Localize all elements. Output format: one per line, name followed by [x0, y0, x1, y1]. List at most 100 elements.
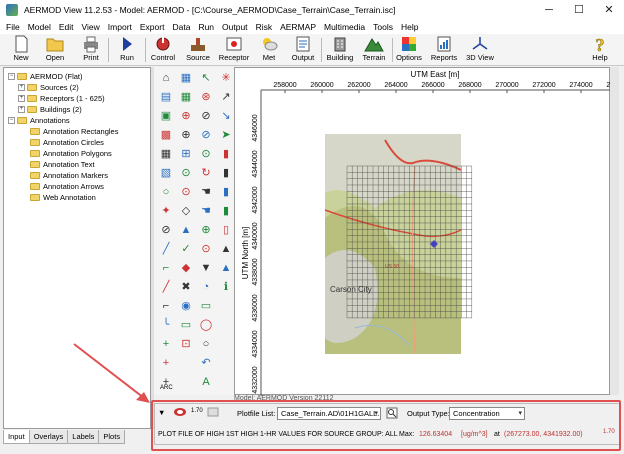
print-button[interactable]: Print: [76, 35, 106, 65]
palette-tool-icon[interactable]: ☚: [199, 204, 213, 218]
palette-tool-icon[interactable]: ↶: [199, 356, 213, 370]
menu-aermap[interactable]: AERMAP: [276, 22, 320, 32]
palette-tool-icon[interactable]: ▧: [159, 166, 173, 180]
tab-labels[interactable]: Labels: [67, 430, 100, 444]
run-button[interactable]: Run: [112, 35, 142, 65]
palette-tool-icon[interactable]: ↖: [199, 71, 213, 85]
palette-tool-icon[interactable]: ▮: [219, 166, 233, 180]
palette-tool-icon[interactable]: ⊕: [179, 128, 193, 142]
palette-tool-icon[interactable]: ⊕: [179, 109, 193, 123]
palette-tool-icon[interactable]: ↻: [199, 166, 213, 180]
tree-annotation-item[interactable]: Web Annotation: [30, 192, 96, 202]
menu-multimedia[interactable]: Multimedia: [320, 22, 369, 32]
open-button[interactable]: Open: [40, 35, 70, 65]
palette-tool-icon[interactable]: ↘: [219, 109, 233, 123]
palette-tool-icon[interactable]: ✓: [179, 242, 193, 256]
output-button[interactable]: Output: [288, 35, 318, 65]
palette-tool-icon[interactable]: A: [199, 375, 213, 389]
palette-tool-icon[interactable]: ▯: [219, 223, 233, 237]
palette-tool-icon[interactable]: ╱: [159, 280, 173, 294]
palette-tool-icon[interactable]: ▦: [179, 71, 193, 85]
palette-tool-icon[interactable]: ▣: [159, 109, 173, 123]
palette-tool-icon[interactable]: ▮: [219, 147, 233, 161]
reports-button[interactable]: Reports: [428, 35, 460, 65]
palette-tool-icon[interactable]: ○: [199, 337, 213, 351]
options-button[interactable]: Options: [394, 35, 424, 65]
palette-tool-icon[interactable]: ⊙: [199, 147, 213, 161]
palette-tool-icon[interactable]: ⌐: [159, 299, 173, 313]
tree-annotation-item[interactable]: Annotation Markers: [30, 170, 108, 180]
arc-tool-label[interactable]: ARC: [160, 385, 173, 391]
palette-tool-icon[interactable]: ◉: [179, 299, 193, 313]
map-view[interactable]: UTM East [m] 258000 260000 262000 264000 266…: [234, 67, 624, 396]
receptor-button[interactable]: Receptor: [217, 35, 251, 65]
palette-tool-icon[interactable]: ▮: [219, 185, 233, 199]
palette-tool-icon[interactable]: ⊘: [199, 128, 213, 142]
building-button[interactable]: Building: [324, 35, 356, 65]
map-canvas[interactable]: UTM East [m] 258000 260000 262000 264000 266…: [235, 68, 624, 396]
tree-annotation-item[interactable]: Annotation Rectangles: [30, 126, 118, 136]
palette-tool-icon[interactable]: ▼: [199, 261, 213, 275]
menu-risk[interactable]: Risk: [252, 22, 277, 32]
palette-tool-icon[interactable]: ▲: [179, 223, 193, 237]
palette-tool-icon[interactable]: ▲: [219, 242, 233, 256]
palette-tool-icon[interactable]: ⊡: [179, 337, 193, 351]
menu-output[interactable]: Output: [218, 22, 252, 32]
palette-tool-icon[interactable]: +: [159, 337, 173, 351]
palette-tool-icon[interactable]: ◔: [199, 280, 213, 294]
palette-tool-icon[interactable]: ▩: [159, 128, 173, 142]
control-button[interactable]: Control: [148, 35, 178, 65]
vertical-scrollbar[interactable]: [610, 67, 619, 395]
palette-tool-icon[interactable]: +: [159, 356, 173, 370]
palette-tool-icon[interactable]: ▭: [179, 318, 193, 332]
close-button[interactable]: ✕: [594, 0, 624, 20]
palette-tool-icon[interactable]: ▮: [219, 204, 233, 218]
palette-tool-icon[interactable]: ☚: [199, 185, 213, 199]
palette-tool-icon[interactable]: ↗: [219, 90, 233, 104]
menu-tools[interactable]: Tools: [369, 22, 397, 32]
palette-tool-icon[interactable]: ⊘: [159, 223, 173, 237]
3d-view-button[interactable]: 3D View: [464, 35, 496, 65]
menu-run[interactable]: Run: [194, 22, 218, 32]
expand-icon[interactable]: +: [18, 83, 25, 91]
palette-tool-icon[interactable]: ⌂: [159, 71, 173, 85]
palette-tool-icon[interactable]: ◇: [179, 204, 193, 218]
palette-tool-icon[interactable]: ⊙: [199, 242, 213, 256]
tree-annotations[interactable]: − Annotations: [8, 115, 70, 125]
palette-tool-icon[interactable]: ✦: [159, 204, 173, 218]
tree-root[interactable]: − AERMOD (Flat): [8, 71, 83, 81]
palette-tool-icon[interactable]: ✳: [219, 71, 233, 85]
palette-tool-icon[interactable]: ⊕: [199, 223, 213, 237]
palette-tool-icon[interactable]: ⌐: [159, 261, 173, 275]
palette-tool-icon[interactable]: ▤: [159, 90, 173, 104]
collapse-icon[interactable]: −: [8, 116, 15, 124]
collapse-icon[interactable]: −: [8, 72, 15, 80]
help-button[interactable]: ? Help: [586, 35, 614, 65]
palette-tool-icon[interactable]: ▲: [219, 261, 233, 275]
tree-receptors[interactable]: + Receptors (1 - 625): [18, 93, 105, 103]
palette-tool-icon[interactable]: ◯: [199, 318, 213, 332]
menu-edit[interactable]: Edit: [55, 22, 78, 32]
palette-tool-icon[interactable]: ◆: [179, 261, 193, 275]
palette-tool-icon[interactable]: ⊞: [179, 147, 193, 161]
source-button[interactable]: Source: [183, 35, 213, 65]
tree-annotation-item[interactable]: Annotation Polygons: [30, 148, 112, 158]
tree-annotation-item[interactable]: Annotation Arrows: [30, 181, 104, 191]
tab-overlays[interactable]: Overlays: [28, 430, 69, 444]
palette-tool-icon[interactable]: ▦: [159, 147, 173, 161]
palette-tool-icon[interactable]: ○: [159, 185, 173, 199]
expand-icon[interactable]: +: [18, 105, 25, 113]
met-button[interactable]: Met: [255, 35, 283, 65]
menu-export[interactable]: Export: [136, 22, 169, 32]
maximize-button[interactable]: ☐: [564, 0, 594, 20]
palette-tool-icon[interactable]: ▦: [179, 90, 193, 104]
tree-annotation-item[interactable]: Annotation Text: [30, 159, 95, 169]
tab-plots[interactable]: Plots: [98, 430, 126, 444]
palette-tool-icon[interactable]: ⊛: [199, 90, 213, 104]
menu-model[interactable]: Model: [24, 22, 55, 32]
tree-sources[interactable]: + Sources (2): [18, 82, 79, 92]
menu-import[interactable]: Import: [104, 22, 136, 32]
tree-buildings[interactable]: + Buildings (2): [18, 104, 82, 114]
palette-tool-icon[interactable]: ╰: [159, 318, 173, 332]
palette-tool-icon[interactable]: ╱: [159, 242, 173, 256]
